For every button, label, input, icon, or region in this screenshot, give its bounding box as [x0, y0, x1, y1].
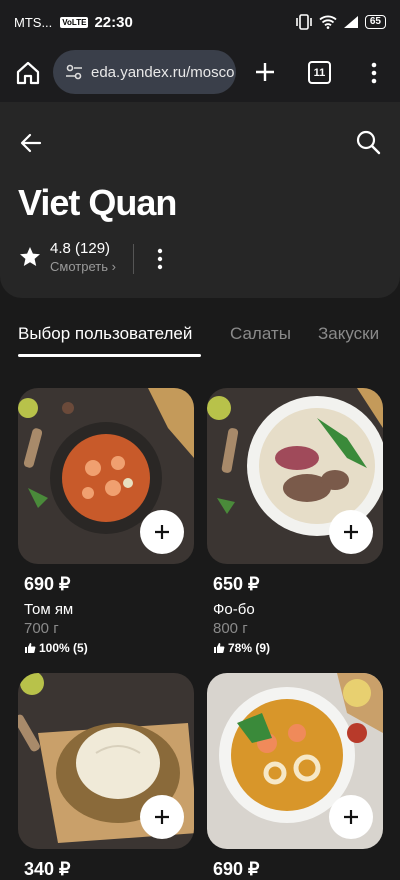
divider [133, 244, 134, 274]
new-tab-icon[interactable] [252, 59, 278, 85]
add-to-cart-button[interactable] [140, 510, 184, 554]
plus-icon [344, 525, 358, 539]
product-rating: 100% (5) [39, 641, 88, 655]
product-card[interactable]: 690 ₽ Том ям 700 г 100% (5) [18, 388, 194, 668]
product-price: 690 ₽ [213, 859, 260, 879]
rating-block[interactable]: 4.8 (129) Смотреть › [18, 240, 116, 274]
thumbs-up-icon [214, 643, 225, 653]
star-icon [20, 247, 40, 266]
product-image[interactable] [18, 388, 194, 564]
signal-icon [343, 16, 358, 28]
tab-switcher-button[interactable]: 11 [308, 61, 331, 84]
category-tabs: Выбор пользователей Салаты Закуски [0, 302, 400, 362]
back-arrow-icon[interactable] [18, 130, 44, 156]
search-icon[interactable] [354, 128, 382, 156]
rating-value: 4.8 (129) [50, 240, 111, 257]
tab-salads[interactable]: Салаты [230, 324, 291, 344]
home-icon[interactable] [14, 59, 42, 87]
product-price: 650 ₽ [213, 574, 260, 594]
browser-toolbar: eda.yandex.ru/mosco 11 [0, 44, 400, 102]
product-weight: 700 г [24, 620, 59, 637]
battery-indicator: 65 [364, 15, 386, 29]
url-text[interactable]: eda.yandex.ru/mosco [91, 64, 234, 81]
product-name: Том ям [24, 601, 74, 618]
add-to-cart-button[interactable] [329, 795, 373, 839]
volte-badge: VoLTE [60, 16, 89, 28]
status-bar: MTS... VoLTE 22:30 65 [0, 0, 400, 44]
product-card[interactable]: 340 ₽ [18, 673, 194, 880]
product-price: 340 ₽ [24, 859, 71, 879]
address-bar[interactable]: eda.yandex.ru/mosco [53, 50, 236, 94]
active-tab-indicator [18, 354, 201, 357]
status-icons: 65 [295, 14, 386, 30]
plus-icon [155, 810, 169, 824]
product-weight: 800 г [213, 620, 248, 637]
product-card[interactable]: 690 ₽ [207, 673, 383, 880]
more-options-icon[interactable] [150, 247, 170, 271]
product-image[interactable] [207, 388, 383, 564]
product-price: 690 ₽ [24, 574, 71, 594]
status-time: 22:30 [94, 13, 133, 31]
carrier-label: MTS... [14, 14, 53, 30]
tab-users-choice[interactable]: Выбор пользователей [18, 324, 192, 344]
reviews-link[interactable]: Смотреть › [50, 259, 116, 274]
product-rating: 78% (9) [228, 641, 271, 655]
add-to-cart-button[interactable] [329, 510, 373, 554]
plus-icon [344, 810, 358, 824]
product-name: Фо-бо [213, 601, 255, 618]
browser-menu-icon[interactable] [362, 59, 386, 87]
vibrate-icon [296, 14, 312, 30]
restaurant-title: Viet Quan [18, 182, 177, 223]
restaurant-header: Viet Quan 4.8 (129) Смотреть › [0, 102, 400, 298]
thumbs-up-icon [25, 643, 36, 653]
plus-icon [155, 525, 169, 539]
site-settings-icon[interactable] [65, 63, 83, 81]
wifi-icon [319, 15, 337, 29]
add-to-cart-button[interactable] [140, 795, 184, 839]
product-image[interactable] [18, 673, 194, 849]
tab-appetizers[interactable]: Закуски [318, 324, 379, 344]
product-image[interactable] [207, 673, 383, 849]
product-card[interactable]: 650 ₽ Фо-бо 800 г 78% (9) [207, 388, 383, 668]
